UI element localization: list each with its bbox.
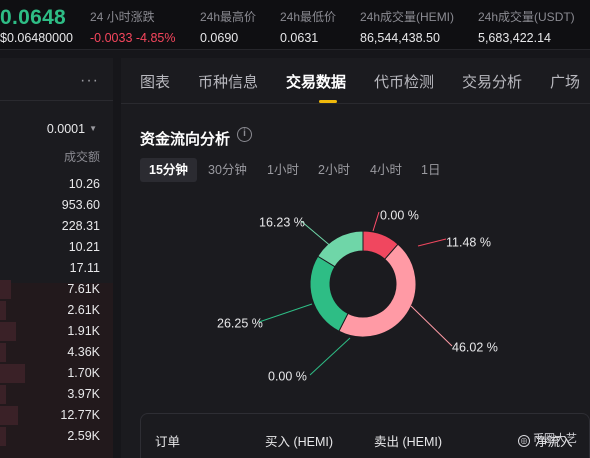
precision-select[interactable]: 0.0001 ▼ — [47, 122, 97, 136]
orderbook-amount: 17.11 — [69, 261, 100, 275]
interval-2h[interactable]: 2小时 — [309, 158, 359, 182]
orderbook-amount: 953.60 — [61, 198, 100, 212]
orderbook-row[interactable]: 3.97K — [0, 384, 113, 405]
donut-slice-label: 11.48 % — [446, 235, 491, 249]
depth-bar — [0, 364, 25, 383]
donut-slice[interactable] — [309, 255, 349, 332]
interval-15m[interactable]: 15分钟 — [140, 158, 197, 182]
orderbook-row[interactable]: 17.11 — [0, 258, 113, 279]
orderbook-amount: 10.21 — [68, 240, 100, 254]
last-price: 0.0648 — [0, 6, 67, 29]
stat-label: 24h成交量(HEMI) — [360, 10, 455, 24]
depth-bar — [0, 385, 6, 404]
orderbook-panel: ··· 0.0001 ▼ 成交额 10.26 953.60 228.31 10.21 17… — [0, 58, 113, 458]
orderbook-row[interactable]: 2.59K — [0, 426, 113, 447]
orderbook-amount: 2.61K — [67, 303, 100, 317]
active-tab-indicator — [319, 100, 337, 103]
orderbook-row[interactable]: 12.77K — [0, 405, 113, 426]
table-header-sell: 卖出 (HEMI) — [374, 435, 443, 449]
info-icon[interactable]: i — [237, 127, 252, 142]
orderbook-rows: 10.26 953.60 228.31 10.21 17.11 7.61K 2.61K 1.9… — [0, 174, 113, 447]
main-panel: 图表 币种信息 交易数据 代币检测 交易分析 广场 资金流向分析 i 15分钟 … — [121, 58, 590, 458]
donut-slice-label: 0.00 % — [268, 369, 307, 383]
fund-flow-donut-chart: 0.00 % 11.48 % 46.02 % 0.00 % 26.25 % 16.23 % — [121, 188, 590, 398]
stat-label: 24h成交量(USDT) — [478, 10, 575, 24]
donut-leader-line — [417, 238, 447, 247]
tab-coin-info[interactable]: 币种信息 — [198, 71, 258, 92]
depth-bar — [0, 280, 12, 299]
stat-value: 5,683,422.14 — [478, 31, 551, 45]
donut-leader-line — [258, 303, 313, 323]
orderbook-row[interactable]: 10.21 — [0, 237, 113, 258]
orderbook-amount: 2.59K — [67, 429, 100, 443]
table-header-buy: 买入 (HEMI) — [265, 435, 334, 449]
orderbook-row[interactable]: 10.26 — [0, 174, 113, 195]
donut-leader-line — [410, 305, 453, 347]
donut-slice-label: 26.25 % — [217, 316, 263, 330]
orderbook-row[interactable]: 953.60 — [0, 195, 113, 216]
orderbook-row[interactable]: 4.36K — [0, 342, 113, 363]
orderbook-amount: 3.97K — [67, 387, 100, 401]
orderbook-amount: 4.36K — [67, 345, 100, 359]
depth-bar — [0, 322, 16, 341]
stat-label: 24h最低价 — [280, 10, 337, 24]
depth-bar — [0, 343, 6, 362]
stat-label: 24h最高价 — [200, 10, 257, 24]
interval-4h[interactable]: 4小时 — [361, 158, 411, 182]
orderbook-row[interactable]: 2.61K — [0, 300, 113, 321]
precision-value: 0.0001 — [46, 122, 86, 136]
donut-slice[interactable] — [338, 243, 417, 338]
tab-bar: 图表 币种信息 交易数据 代币检测 交易分析 广场 — [121, 58, 590, 104]
fund-flow-title: 资金流向分析 — [140, 131, 231, 148]
tab-trade-analysis[interactable]: 交易分析 — [462, 71, 522, 92]
depth-bar — [0, 427, 6, 446]
interval-30m[interactable]: 30分钟 — [199, 158, 256, 182]
orderbook-amount: 10.26 — [68, 177, 100, 191]
orderbook-row[interactable]: 7.61K — [0, 279, 113, 300]
depth-bar — [0, 301, 6, 320]
stat-value: -0.0033 -4.85% — [90, 31, 176, 45]
donut-slice-label: 16.23 % — [259, 215, 305, 229]
donut-leader-line — [372, 211, 380, 232]
donut-slice-label: 0.00 % — [380, 208, 419, 222]
orderbook-amount: 12.77K — [60, 408, 100, 422]
tab-chart[interactable]: 图表 — [140, 71, 170, 92]
watermark-text: 币圈大艺 — [533, 433, 577, 445]
depth-bar — [0, 406, 19, 425]
caret-down-icon: ▼ — [89, 124, 97, 133]
more-dots-icon[interactable]: ··· — [80, 72, 99, 90]
watermark: ◎ 币圈大艺 — [518, 430, 577, 447]
tab-trade-data[interactable]: 交易数据 — [286, 71, 346, 92]
interval-1d[interactable]: 1日 — [412, 158, 449, 182]
donut-svg: 0.00 % 11.48 % 46.02 % 0.00 % 26.25 % 16.23 % — [217, 208, 498, 383]
table-header-order: 订单 — [155, 435, 181, 449]
orderbook-amount: 1.91K — [67, 324, 100, 338]
orderbook-row[interactable]: 1.70K — [0, 363, 113, 384]
tab-token-check[interactable]: 代币检测 — [374, 71, 434, 92]
ticker-header: 0.0648 $0.06480000 24 小时涨跌 -0.0033 -4.85… — [0, 0, 590, 50]
watermark-logo-icon: ◎ — [518, 435, 530, 447]
orderbook-row[interactable]: 228.31 — [0, 216, 113, 237]
donut-slice-label: 46.02 % — [452, 340, 498, 354]
stat-value: 86,544,438.50 — [360, 31, 440, 45]
stat-label: 24 小时涨跌 — [90, 10, 155, 24]
donut-leader-line — [309, 337, 351, 376]
interval-1h[interactable]: 1小时 — [258, 158, 308, 182]
orderbook-amount: 1.70K — [67, 366, 100, 380]
stat-value: 0.0631 — [280, 31, 319, 45]
orderbook-amount: 228.31 — [61, 219, 100, 233]
column-header-amount: 成交额 — [63, 150, 100, 164]
stat-value: 0.0690 — [200, 31, 239, 45]
donut-leader-line — [300, 220, 334, 249]
last-price-usd: $0.06480000 — [0, 31, 73, 45]
tab-square[interactable]: 广场 — [550, 71, 580, 92]
divider — [0, 100, 113, 101]
orderbook-amount: 7.61K — [67, 282, 100, 296]
orderbook-row[interactable]: 1.91K — [0, 321, 113, 342]
